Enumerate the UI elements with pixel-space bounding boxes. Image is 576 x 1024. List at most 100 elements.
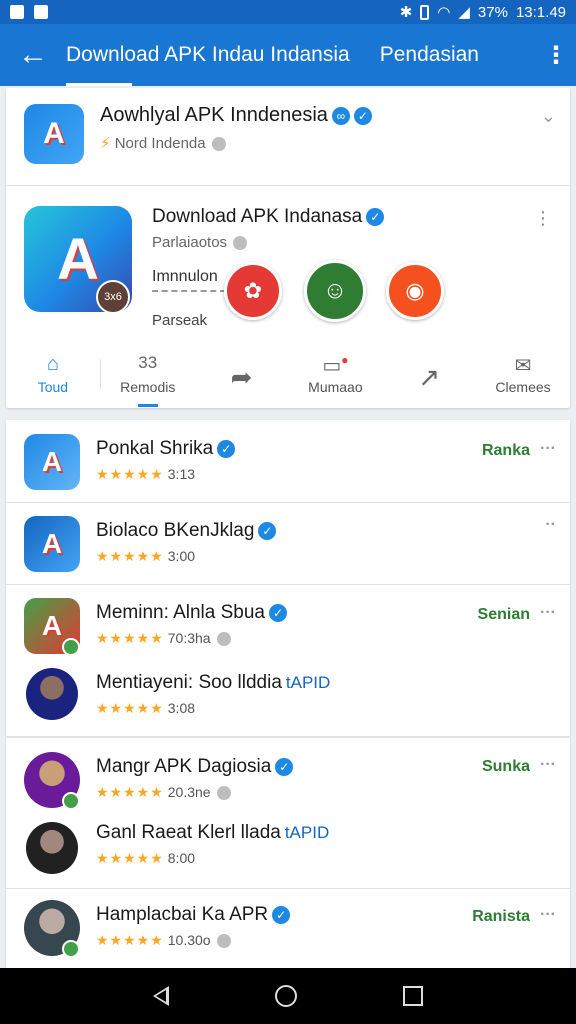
verified-icon: ✓ [269, 603, 287, 622]
item-name: Ganl Raeat Klerl llada [96, 822, 281, 843]
rating: ★★★★★ 3:08 [96, 700, 196, 716]
home-icon: ⌂ [46, 353, 59, 375]
app-icon: A [24, 434, 80, 490]
share-icon: ➦ [230, 362, 253, 392]
rating-value: 20.3ne [167, 784, 211, 800]
system-nav-bar [0, 968, 576, 1024]
rating-value: 10.30o [167, 932, 211, 948]
divider [6, 584, 570, 585]
status-label: Ranka [481, 442, 530, 459]
back-arrow-icon[interactable]: ← [0, 24, 66, 86]
list-item-title: Meminn: Alnla Sbua ✓ [96, 602, 287, 624]
item-tag: tAPID [284, 823, 330, 842]
divider [6, 736, 570, 738]
detail-title-row: Download APK Indanasa ✓ [152, 206, 385, 228]
more-horiz-icon[interactable]: ··· [540, 440, 556, 458]
item-name: Ponkal Shrika [96, 438, 214, 459]
info-icon [233, 236, 248, 251]
tab-title[interactable]: Download APK Indau Indansia [66, 24, 362, 86]
lightning-icon: ⚡ [100, 135, 111, 152]
status-label: Sunka [481, 758, 530, 775]
action-remodis[interactable]: 33 Remodis [101, 340, 195, 408]
app-icon: A [24, 516, 80, 572]
item-tag: tAPID [285, 673, 331, 692]
item-name: Meminn: Alnla Sbua [96, 602, 265, 623]
rating-value: 70:3ha [167, 630, 211, 646]
header-subtitle: Nord Indenda [114, 135, 206, 152]
list-item-title: Hamplacbai Ka APR ✓ [96, 904, 291, 926]
list-item[interactable]: A Meminn: Alnla Sbua ✓ ★★★★★ 70:3ha Senian… [6, 596, 570, 666]
more-horiz-icon[interactable]: ··· [540, 756, 556, 774]
detail-subtitle: Parlaiaotos [152, 234, 228, 251]
nav-back-icon[interactable] [153, 986, 169, 1006]
wifi-icon: ◠ [437, 4, 451, 21]
bluetooth-icon: ✱ [399, 4, 413, 21]
action-forward[interactable]: ↗ [382, 340, 476, 408]
item-name: Biolaco BKenJklag [96, 520, 255, 541]
chevron-down-icon[interactable]: ⌄ [541, 106, 556, 127]
link-badge-icon: ∞ [331, 106, 350, 125]
brand-avatar-orange[interactable]: ◉ [386, 262, 444, 320]
action-clemees[interactable]: ✉ Clemees [476, 340, 570, 408]
status-label: Senian [477, 606, 530, 623]
message-icon: ▭● [322, 353, 349, 377]
rating-value: 3:08 [167, 700, 196, 716]
list-item[interactable]: Mangr APK Dagiosia ✓ ★★★★★ 20.3ne Sunka ··… [6, 750, 570, 820]
nav-recents-icon[interactable] [403, 986, 423, 1006]
tab-pendasian[interactable]: Pendasian [380, 43, 479, 67]
list-item-title: Mentiayeni: Soo llddia tAPID [96, 672, 330, 694]
rating: ★★★★★ 70:3ha [96, 630, 231, 647]
brand-avatar-red[interactable]: ✿ [224, 262, 282, 320]
list-item[interactable]: Mentiayeni: Soo llddia tAPID ★★★★★ 3:08 [6, 666, 570, 736]
rating: ★★★★★ 20.3ne [96, 784, 231, 801]
verified-icon: ✓ [275, 757, 294, 776]
check-icon [62, 638, 80, 656]
battery-percent: 37% [477, 3, 508, 21]
action-mumaao[interactable]: ▭● Mumaao [288, 340, 382, 408]
logo-badge: 3x6 [96, 280, 130, 314]
info-icon [211, 137, 226, 152]
check-icon [62, 792, 80, 810]
info-icon [216, 786, 231, 801]
list-item-title: Ganl Raeat Klerl llada tAPID [96, 822, 329, 844]
info-icon [216, 934, 231, 949]
action-count: 33 [138, 353, 158, 372]
action-home[interactable]: ⌂ Toud [6, 340, 100, 408]
nav-home-icon[interactable] [275, 985, 297, 1007]
notification-icon [10, 5, 24, 19]
user-avatar-green[interactable]: ☺ [304, 260, 366, 322]
verified-icon: ✓ [366, 207, 385, 226]
signal-icon: ◢ [458, 4, 470, 21]
list-item[interactable]: Hamplacbai Ka APR ✓ ★★★★★ 10.30o Ranista ·… [6, 898, 570, 968]
list-item[interactable]: Ganl Raeat Klerl llada tAPID ★★★★★ 8:00 [6, 820, 570, 890]
rating: ★★★★★ 3:00 [96, 548, 196, 564]
app-header-row[interactable]: A Aowhlyal APK Inndenesia ∞ ✓ ⚡ Nord Inden… [6, 88, 570, 186]
verified-icon: ✓ [258, 521, 277, 540]
rating: ★★★★★ 8:00 [96, 850, 196, 866]
detail-subtitle-row: Parlaiaotos [152, 234, 248, 251]
item-name: Hamplacbai Ka APR [96, 904, 269, 925]
item-name: Mangr APK Dagiosia [96, 756, 272, 777]
active-indicator [138, 404, 158, 407]
detail-more-icon[interactable]: ⋮ [534, 208, 552, 229]
verified-icon: ✓ [217, 439, 236, 458]
app-logo-icon: A [24, 104, 84, 164]
detail-title: Download APK Indanasa [152, 206, 363, 227]
more-horiz-icon[interactable]: ·· [545, 516, 556, 534]
mail-notification-icon [34, 5, 48, 19]
item-name: Mentiayeni: Soo llddia [96, 672, 282, 693]
check-icon [62, 940, 80, 958]
header-subtitle-row: ⚡ Nord Indenda [100, 134, 226, 152]
verified-icon: ✓ [272, 905, 291, 924]
more-horiz-icon[interactable]: ··· [540, 906, 556, 924]
action-share[interactable]: ➦ [195, 340, 289, 408]
divider [6, 502, 570, 503]
list-item[interactable]: A Ponkal Shrika ✓ ★★★★★ 3:13 Ranka ··· [6, 432, 570, 502]
more-vert-icon[interactable]: ⋮ [536, 41, 576, 70]
list-item-title: Biolaco BKenJklag ✓ [96, 520, 277, 542]
more-horiz-icon[interactable]: ··· [540, 604, 556, 622]
list-item[interactable]: A Biolaco BKenJklag ✓ ★★★★★ 3:00 ·· [6, 514, 570, 584]
action-label: Clemees [495, 379, 551, 395]
app-list: A Ponkal Shrika ✓ ★★★★★ 3:13 Ranka ··· A B… [6, 420, 570, 968]
battery-icon [420, 4, 430, 20]
